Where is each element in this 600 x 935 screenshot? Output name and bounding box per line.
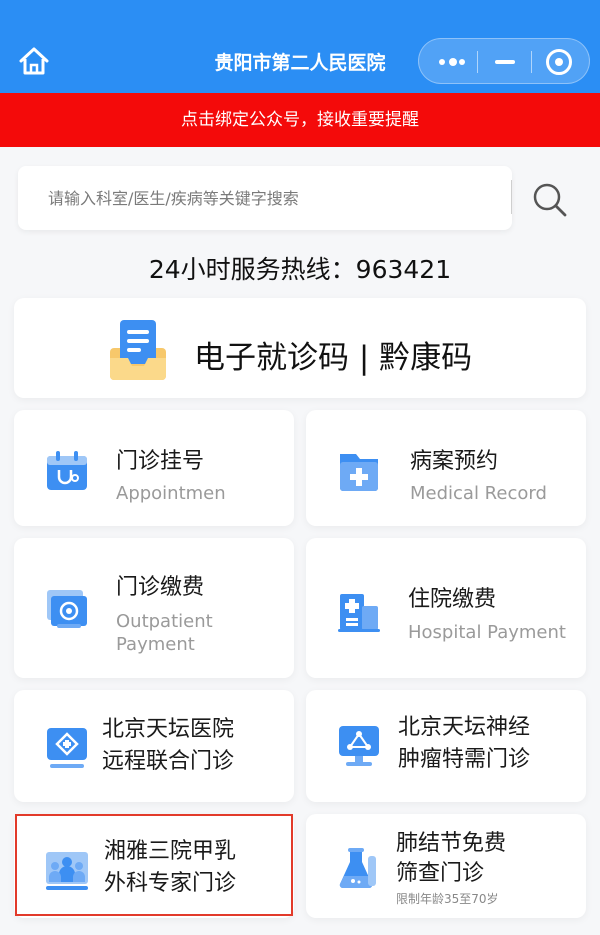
tile-medical-record[interactable]: 病案预约 Medical Record — [306, 410, 586, 526]
search-divider — [511, 180, 512, 214]
payment-card-icon — [44, 586, 90, 632]
close-button[interactable] — [533, 39, 585, 85]
tile-title-line1: 肺结节免费 — [396, 831, 507, 856]
minimize-icon — [495, 60, 515, 64]
tile-appointment[interactable]: 门诊挂号 Appointmen — [14, 410, 294, 526]
visit-code-label: 电子就诊码 | 黔康码 — [194, 340, 473, 376]
medical-folder-icon — [336, 448, 382, 494]
tile-subtitle: Appointmen — [116, 483, 226, 504]
tile-title-line2: 筛查门诊 — [396, 861, 485, 886]
monitor-network-icon — [336, 722, 382, 768]
tile-title-line2: 肿瘤特需门诊 — [398, 747, 531, 772]
close-target-icon — [546, 49, 572, 75]
search-input[interactable] — [48, 166, 488, 230]
tile-hospital-payment[interactable]: 住院缴费 Hospital Payment — [306, 538, 586, 678]
tile-lung-nodule-screening[interactable]: 肺结节免费 筛查门诊 限制年龄35至70岁 — [306, 814, 586, 918]
tile-title-line1: 北京天坛医院 — [102, 717, 235, 742]
tile-tiantan-remote-clinic[interactable]: 北京天坛医院 远程联合门诊 — [14, 690, 294, 802]
hospital-building-icon — [336, 588, 382, 634]
more-icon — [439, 58, 465, 66]
electronic-visit-code-card[interactable]: 电子就诊码 | 黔康码 — [14, 298, 586, 398]
bind-account-notice[interactable]: 点击绑定公众号，接收重要提醒 — [0, 93, 600, 147]
tile-title: 门诊缴费 — [116, 575, 205, 600]
search-icon[interactable] — [528, 178, 572, 222]
highlight-box — [15, 814, 293, 916]
remote-clinic-icon — [44, 724, 90, 770]
tile-subtitle-line2: Payment — [116, 634, 195, 655]
tile-title: 门诊挂号 — [116, 449, 205, 474]
search-box — [18, 166, 512, 230]
tile-title: 病案预约 — [410, 449, 499, 474]
tile-subtitle-line1: Outpatient — [116, 611, 213, 632]
hotline-text: 24小时服务热线：963421 — [148, 255, 452, 284]
mini-program-capsule — [418, 38, 590, 84]
title-bar: 贵阳市第二人民医院 — [0, 0, 600, 93]
tile-outpatient-payment[interactable]: 门诊缴费 Outpatient Payment — [14, 538, 294, 678]
more-button[interactable] — [425, 39, 477, 85]
tile-subtitle: Hospital Payment — [408, 622, 566, 643]
tile-title-line2: 远程联合门诊 — [102, 749, 235, 774]
minimize-button[interactable] — [479, 39, 531, 85]
visit-code-folder-icon — [106, 318, 170, 382]
tile-subtitle: Medical Record — [410, 483, 547, 504]
tile-title: 住院缴费 — [408, 587, 497, 612]
calendar-stethoscope-icon — [44, 448, 90, 494]
tile-tiantan-neuro-oncology[interactable]: 北京天坛神经 肿瘤特需门诊 — [306, 690, 586, 802]
tile-title-line1: 北京天坛神经 — [398, 715, 531, 740]
lab-flask-icon — [336, 846, 382, 892]
age-limit-note: 限制年龄35至70岁 — [396, 892, 499, 906]
